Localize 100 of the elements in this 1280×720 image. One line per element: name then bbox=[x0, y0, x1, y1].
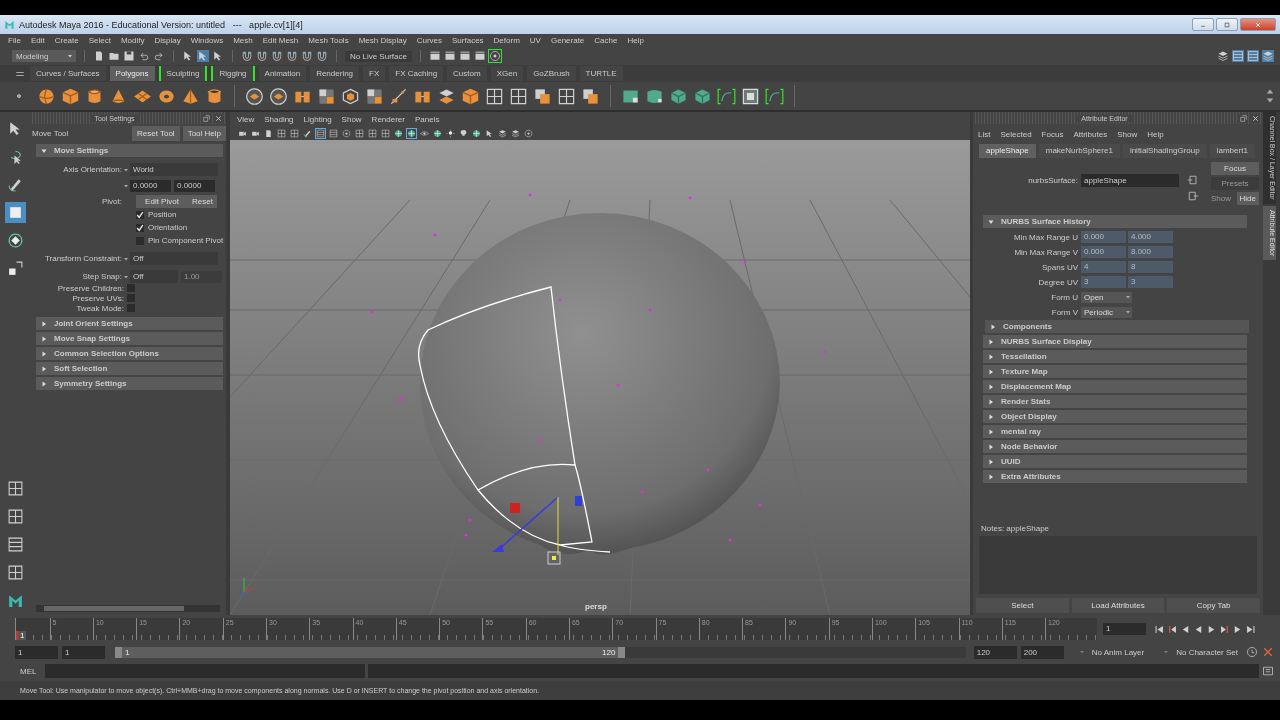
shelf-tab[interactable]: Custom bbox=[447, 66, 487, 81]
save-icon[interactable] bbox=[123, 50, 135, 62]
section-header[interactable]: mental ray bbox=[983, 425, 1247, 438]
grid-frame-icon[interactable] bbox=[485, 86, 504, 106]
menu-item[interactable]: Mesh bbox=[228, 36, 258, 45]
go-to-end-icon[interactable] bbox=[1245, 623, 1256, 635]
attribute-field[interactable]: 8.000 bbox=[1128, 246, 1173, 258]
layout-icon[interactable] bbox=[290, 128, 299, 138]
select-arrow-icon[interactable] bbox=[485, 128, 494, 138]
checkbox[interactable] bbox=[127, 304, 135, 312]
playback-start-field[interactable]: 1 bbox=[62, 645, 105, 659]
go-to-start-icon[interactable] bbox=[1154, 623, 1165, 635]
magnet-icon[interactable] bbox=[271, 50, 283, 62]
pyramid-icon[interactable] bbox=[181, 86, 200, 106]
constraint-dropdown[interactable]: Off bbox=[130, 252, 218, 265]
attribute-editor-button[interactable]: Copy Tab bbox=[1167, 598, 1260, 613]
next-key-icon[interactable] bbox=[1219, 623, 1230, 635]
float-icon[interactable] bbox=[1239, 113, 1248, 123]
menu-item[interactable]: Renderer bbox=[366, 114, 410, 124]
attribute-editor-button[interactable]: Load Attributes bbox=[1071, 598, 1165, 613]
pivot-button[interactable]: Edit Pivot bbox=[136, 195, 188, 208]
pivot-button[interactable]: Reset bbox=[188, 195, 217, 208]
shelf-tab[interactable]: Rigging bbox=[211, 66, 255, 81]
node-tab[interactable]: lambert1 bbox=[1209, 144, 1255, 158]
menu-item[interactable]: View bbox=[232, 114, 260, 124]
menu-item[interactable]: Edit Mesh bbox=[257, 36, 304, 45]
cube-icon[interactable] bbox=[461, 86, 480, 106]
menu-item[interactable]: Create bbox=[49, 36, 84, 45]
checkbox[interactable] bbox=[127, 294, 135, 302]
select-arrow-icon[interactable] bbox=[197, 50, 209, 62]
cylinder-icon[interactable] bbox=[85, 86, 104, 106]
shelf-tab[interactable]: XGen bbox=[490, 66, 524, 81]
magnet-icon[interactable] bbox=[256, 50, 268, 62]
menu-item[interactable]: List bbox=[973, 129, 996, 139]
light-icon[interactable] bbox=[446, 128, 455, 138]
overlap-squares-icon[interactable] bbox=[581, 86, 600, 106]
sphere-icon[interactable] bbox=[37, 86, 56, 106]
hide-button[interactable]: Hide bbox=[1236, 192, 1259, 205]
knife-icon[interactable] bbox=[389, 86, 408, 106]
form-dropdown[interactable]: Open bbox=[1081, 291, 1132, 303]
load-input-icon[interactable] bbox=[1187, 174, 1199, 186]
tool-button[interactable]: Reset Tool bbox=[132, 126, 180, 141]
grid-frame-icon[interactable] bbox=[557, 86, 576, 106]
start-frame-field[interactable]: 1 bbox=[15, 645, 58, 659]
load-output-icon[interactable] bbox=[1187, 190, 1199, 202]
section-header[interactable]: Node Behavior bbox=[983, 440, 1247, 453]
menu-item[interactable]: Surfaces bbox=[447, 36, 489, 45]
attribute-field[interactable]: 4 bbox=[1081, 261, 1126, 273]
wire-sphere-icon[interactable] bbox=[433, 128, 442, 138]
lamp-icon[interactable] bbox=[459, 128, 468, 138]
checkbox[interactable] bbox=[127, 284, 135, 292]
section-header[interactable]: UUID bbox=[983, 455, 1247, 468]
magnet-icon[interactable] bbox=[241, 50, 253, 62]
section-header[interactable]: Components bbox=[985, 320, 1249, 333]
attribute-field[interactable]: 0.000 bbox=[1081, 231, 1126, 243]
grid-frame-icon[interactable] bbox=[509, 86, 528, 106]
framed-cube-icon[interactable] bbox=[341, 86, 360, 106]
select-arrow-icon[interactable] bbox=[182, 50, 194, 62]
checker-grid-icon[interactable] bbox=[365, 86, 384, 106]
layers-icon[interactable] bbox=[1262, 50, 1274, 62]
clapperboard-icon[interactable] bbox=[443, 50, 456, 62]
clapperboard-icon[interactable] bbox=[473, 50, 486, 62]
menu-item[interactable]: Help bbox=[622, 36, 649, 45]
section-header[interactable]: Common Selection Options bbox=[36, 347, 223, 360]
overlap-squares-icon[interactable] bbox=[533, 86, 552, 106]
live-surface-label[interactable]: No Live Surface bbox=[345, 50, 412, 62]
open-folder-icon[interactable] bbox=[108, 50, 120, 62]
menu-item[interactable]: Show bbox=[1112, 129, 1143, 139]
menu-set-dropdown[interactable]: Modeling bbox=[12, 50, 76, 62]
end-frame-field[interactable]: 200 bbox=[1020, 645, 1064, 659]
section-header[interactable]: Displacement Map bbox=[983, 380, 1247, 393]
target-icon[interactable] bbox=[524, 128, 533, 138]
menu-item[interactable]: Attributes bbox=[1068, 129, 1113, 139]
node-tab[interactable]: appleShape bbox=[979, 144, 1036, 158]
redo-icon[interactable] bbox=[153, 50, 165, 62]
shelf-tab[interactable]: Rendering bbox=[310, 66, 360, 81]
new-file-icon[interactable] bbox=[93, 50, 105, 62]
section-header[interactable]: Soft Selection bbox=[36, 362, 223, 375]
section-header[interactable]: Extra Attributes bbox=[983, 470, 1247, 483]
pipe-icon[interactable] bbox=[205, 86, 224, 106]
axis-dropdown[interactable]: World bbox=[130, 163, 218, 176]
magnet-icon[interactable] bbox=[316, 50, 328, 62]
menu-item[interactable]: Edit bbox=[25, 36, 50, 45]
playback-end-field[interactable]: 120 bbox=[973, 645, 1017, 659]
menu-item[interactable]: Mesh Display bbox=[353, 36, 412, 45]
paint-icon[interactable] bbox=[303, 128, 312, 138]
section-header[interactable]: NURBS Surface Display bbox=[983, 335, 1247, 348]
clapperboard-icon[interactable] bbox=[428, 50, 441, 62]
menu-item[interactable]: Selected bbox=[995, 129, 1037, 139]
panes-icon[interactable] bbox=[329, 128, 338, 138]
attribute-field[interactable]: 3 bbox=[1128, 276, 1173, 288]
character-set-dropdown[interactable]: No Character Set bbox=[1162, 647, 1242, 657]
layers-icon[interactable] bbox=[498, 128, 507, 138]
eye-icon[interactable] bbox=[420, 128, 429, 138]
form-dropdown[interactable]: Periodic bbox=[1081, 306, 1132, 318]
wire-sphere-icon[interactable] bbox=[472, 128, 481, 138]
grid-frame-icon[interactable] bbox=[277, 128, 286, 138]
target-icon[interactable] bbox=[342, 128, 351, 138]
panes-icon[interactable] bbox=[316, 128, 325, 138]
wire-sphere-icon[interactable] bbox=[407, 128, 416, 138]
